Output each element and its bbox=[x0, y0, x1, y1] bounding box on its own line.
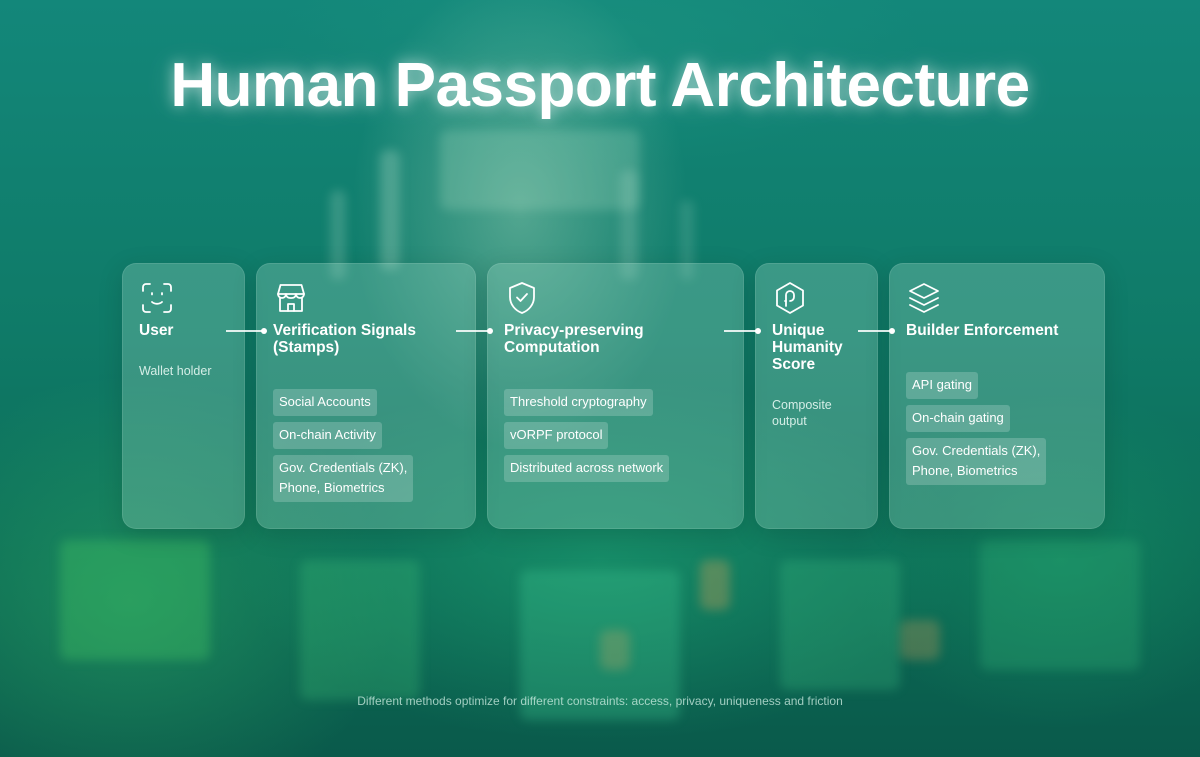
storefront-icon bbox=[273, 280, 309, 316]
connector-arrow bbox=[226, 328, 267, 334]
stage-subtitle: Wallet holder bbox=[139, 364, 212, 378]
face-scan-icon bbox=[139, 280, 175, 316]
stage-card-verification-signals: Verification Signals (Stamps) Social Acc… bbox=[256, 263, 476, 529]
stage-card-user: User Wallet holder bbox=[122, 263, 245, 529]
tag-distributed-network: Distributed across network bbox=[504, 455, 670, 482]
humanity-score-icon bbox=[772, 280, 808, 316]
computation-tags: Threshold cryptography vORPF protocol Di… bbox=[504, 389, 727, 482]
connector-arrow bbox=[858, 328, 895, 334]
tag-social-accounts: Social Accounts bbox=[273, 389, 377, 416]
stage-card-privacy-computation: Privacy-preserving Computation Threshold… bbox=[487, 263, 744, 529]
footer-caption: Different methods optimize for different… bbox=[357, 694, 843, 708]
stage-title: User bbox=[139, 322, 174, 339]
stage-title: Builder Enforcement bbox=[906, 322, 1059, 339]
stage-title: Privacy-preserving Computation bbox=[504, 322, 644, 356]
signal-tags: Social Accounts On-chain Activity Gov. C… bbox=[273, 389, 459, 502]
tag-api-gating: API gating bbox=[906, 372, 978, 399]
stage-card-humanity-score: Unique Humanity Score Composite output bbox=[755, 263, 878, 529]
connector-arrow bbox=[724, 328, 761, 334]
enforcement-tags: API gating On-chain gating Gov. Credenti… bbox=[906, 372, 1088, 485]
layers-icon bbox=[906, 280, 942, 316]
tag-gov-credentials: Gov. Credentials (ZK), Phone, Biometrics bbox=[906, 438, 1047, 485]
stage-title: Unique Humanity Score bbox=[772, 322, 843, 373]
page-title: Human Passport Architecture bbox=[170, 51, 1030, 120]
tag-vorpf-protocol: vORPF protocol bbox=[504, 422, 609, 449]
connector-arrow bbox=[456, 328, 493, 334]
stage-card-builder-enforcement: Builder Enforcement API gating On-chain … bbox=[889, 263, 1105, 529]
tag-threshold-cryptography: Threshold cryptography bbox=[504, 389, 653, 416]
tag-onchain-gating: On-chain gating bbox=[906, 405, 1010, 432]
stage-title: Verification Signals (Stamps) bbox=[273, 322, 416, 356]
stage-subtitle: Composite output bbox=[772, 398, 832, 428]
shield-check-icon bbox=[504, 280, 540, 316]
tag-gov-credentials: Gov. Credentials (ZK), Phone, Biometrics bbox=[273, 455, 414, 502]
tag-onchain-activity: On-chain Activity bbox=[273, 422, 382, 449]
